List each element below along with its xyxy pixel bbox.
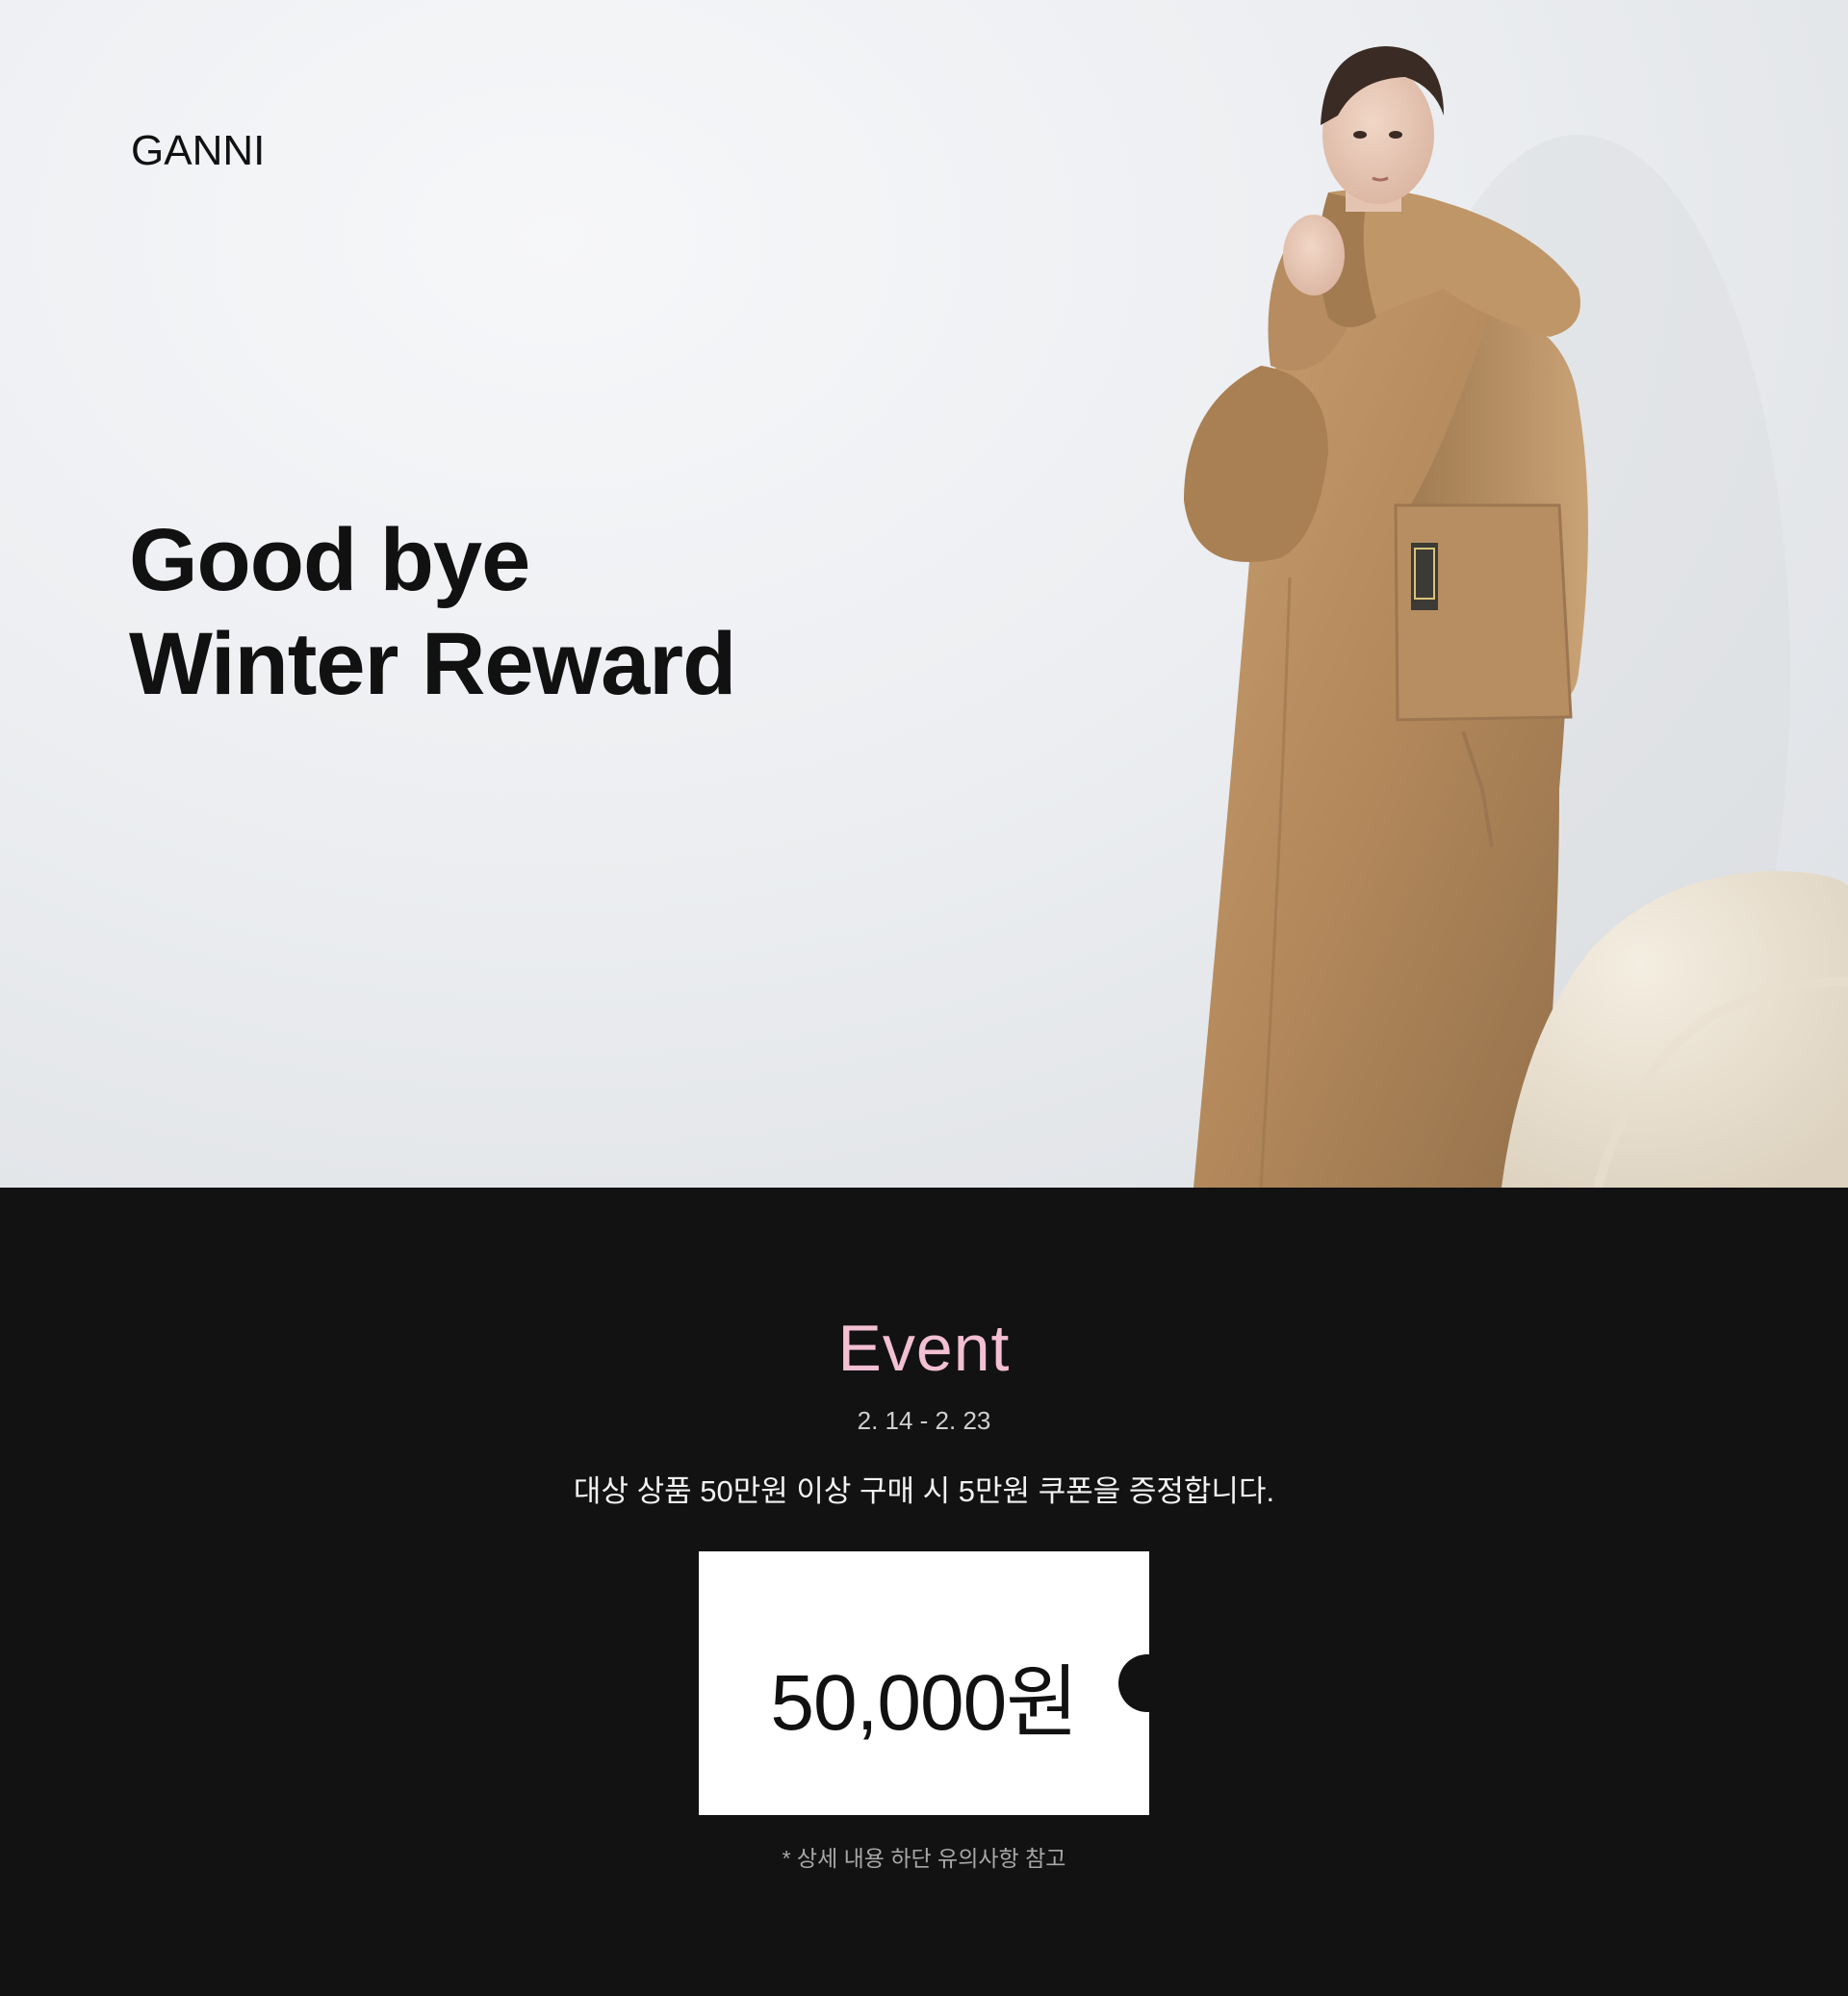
headline-line-1: Good bye [129, 511, 530, 609]
coupon-amount: 50,000원 [770, 1659, 1078, 1747]
headline-line-2: Winter Reward [129, 615, 736, 713]
hero-headline: Good bye Winter Reward [129, 508, 736, 716]
event-title: Event [837, 1312, 1011, 1385]
event-note: * 상세 내용 하단 유의사항 참고 [782, 1846, 1066, 1871]
model-photo [1184, 46, 1848, 1188]
coupon-notch [1118, 1654, 1176, 1712]
hero-banner: GANNI Good bye Winter Reward [0, 0, 1848, 1188]
event-section: Event 2. 14 - 2. 23 대상 상품 50만원 이상 구매 시 5… [0, 1188, 1848, 1996]
coupon-card[interactable]: 50,000원 [699, 1551, 1176, 1815]
brand-logo: GANNI [131, 127, 266, 174]
event-description: 대상 상품 50만원 이상 구매 시 5만원 쿠폰을 증정합니다. [573, 1474, 1275, 1508]
event-period: 2. 14 - 2. 23 [857, 1406, 991, 1435]
